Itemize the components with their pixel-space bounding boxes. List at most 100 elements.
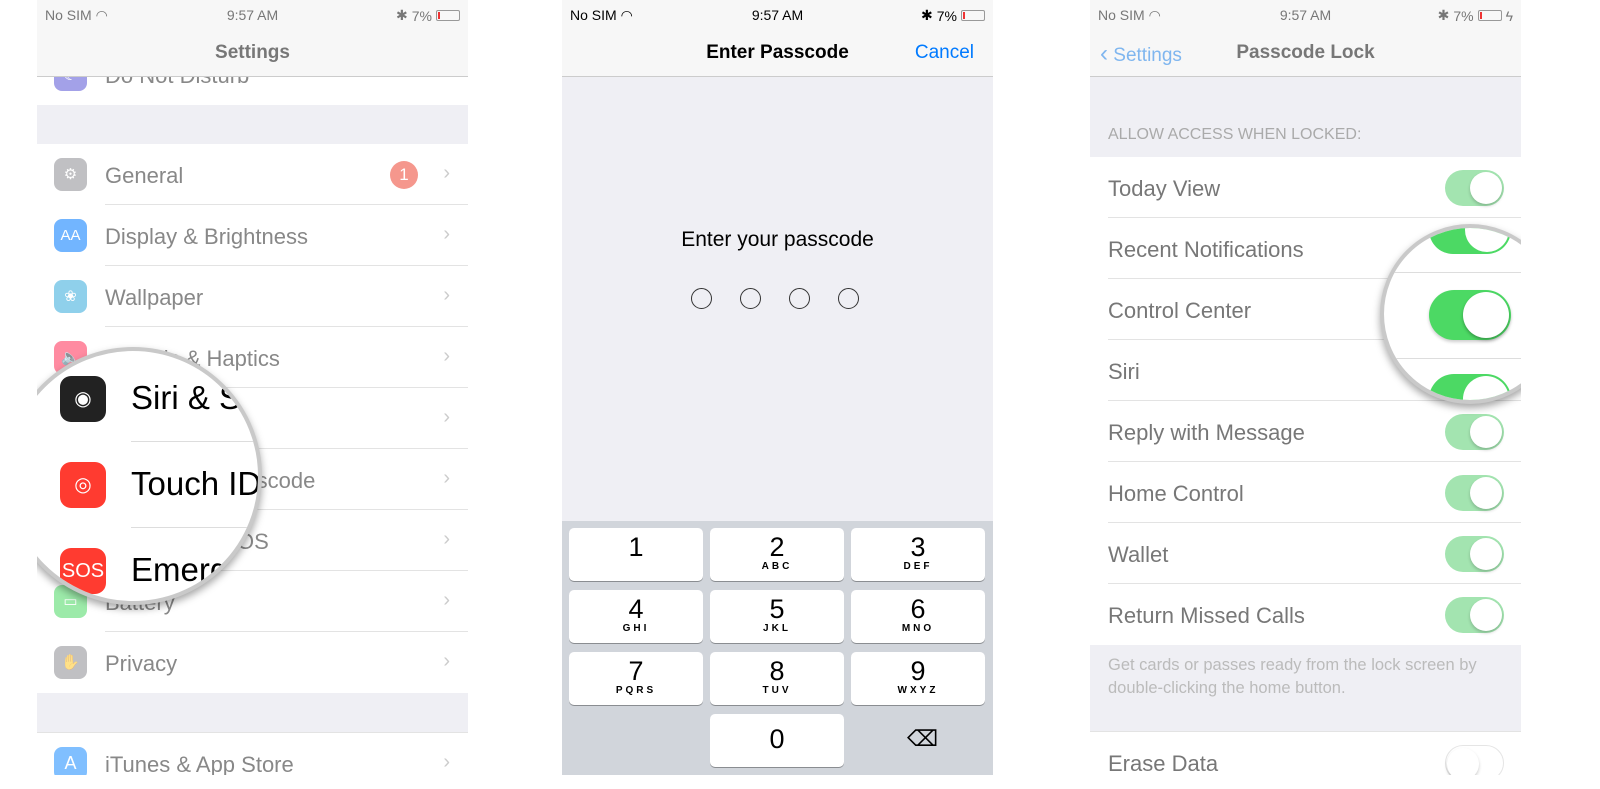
wallet-toggle[interactable]	[1445, 536, 1504, 572]
lock-item-wallet: Wallet	[1090, 523, 1521, 584]
item-label: Wallpaper	[105, 285, 204, 310]
item-label: Wallet	[1108, 542, 1169, 567]
key-digit: 8	[769, 656, 785, 686]
magnified-item-label: Siri & Search	[131, 379, 260, 416]
delete-key[interactable]: ⌫	[907, 726, 938, 752]
battery-icon	[1477, 10, 1502, 21]
settings-screen: ☾ Do Not Disturb No SIM ◠ 9:57 AM ✱7% Se…	[37, 0, 468, 775]
key-letters: WXYZ	[897, 685, 939, 696]
status-bar: No SIM ◠ 9:57 AM ✱ 7%	[562, 0, 993, 30]
passcode-prompt: Enter your passcode	[681, 228, 874, 251]
passcode-lock-screen: No SIM ◠ 9:57 AM ✱ 7% ϟ ‹ Settings Passcod…	[1090, 0, 1521, 775]
settings-item-general[interactable]: ⚙ General 1 ›	[37, 144, 468, 205]
nav-bar: Enter Passcode Cancel	[562, 30, 993, 77]
siri-toggle-magnified[interactable]	[1429, 374, 1511, 400]
section-header: ALLOW ACCESS WHEN LOCKED:	[1108, 126, 1362, 143]
key-8[interactable]: 8 TUV	[710, 652, 844, 705]
key-7[interactable]: 7 PQRS	[569, 652, 703, 705]
chevron-right-icon: ›	[443, 467, 450, 489]
key-9[interactable]: 9 WXYZ	[851, 652, 985, 705]
bluetooth-icon: ✱	[396, 7, 408, 23]
lock-item-home-control: Home Control	[1090, 462, 1521, 523]
item-label: Today View	[1108, 176, 1221, 201]
charging-icon: ϟ	[1505, 7, 1513, 24]
settings-item-wallpaper[interactable]: ❀ Wallpaper ›	[37, 266, 468, 327]
battery-icon	[436, 10, 460, 21]
backspace-icon: ⌫	[907, 726, 939, 751]
return-missed-calls-toggle[interactable]	[1445, 597, 1504, 633]
chevron-right-icon: ›	[443, 284, 450, 306]
key-digit: 9	[910, 656, 926, 686]
lock-item-reply-with-message: Reply with Message	[1090, 401, 1521, 462]
recent-notifications-toggle-magnified[interactable]	[1429, 228, 1511, 254]
key-3[interactable]: 3 DEF	[851, 528, 985, 581]
home-control-toggle[interactable]	[1445, 475, 1504, 511]
chevron-right-icon: ›	[443, 751, 450, 773]
control-center-toggle-magnified[interactable]	[1429, 290, 1511, 340]
chevron-right-icon: ›	[443, 162, 450, 184]
magnifier: ◉ Siri & Search ◎ Touch ID & Passcode SOS Eme…	[37, 347, 262, 605]
key-letters: MNO	[901, 623, 935, 634]
display-icon: AA	[54, 219, 87, 252]
key-letters: PQRS	[615, 685, 657, 696]
gear-icon: ⚙	[54, 158, 87, 191]
key-0[interactable]: 0	[710, 714, 844, 767]
chevron-right-icon: ›	[443, 406, 450, 428]
battery-percent: 7%	[411, 7, 432, 24]
item-label: iTunes & App Store	[105, 752, 294, 775]
item-label: Reply with Message	[1108, 420, 1305, 445]
key-letters: ABC	[761, 561, 793, 572]
settings-item-privacy[interactable]: ✋ Privacy ›	[37, 632, 468, 693]
reply-with-message-toggle[interactable]	[1445, 414, 1504, 450]
chevron-right-icon: ›	[443, 650, 450, 672]
status-bar: No SIM ◠ 9:57 AM ✱ 7% ϟ	[1090, 0, 1521, 30]
nav-bar: ‹ Settings Passcode Lock	[1090, 30, 1521, 77]
erase-data-toggle[interactable]	[1445, 745, 1504, 775]
item-label: Home Control	[1108, 481, 1244, 506]
erase-data-row: Erase Data	[1090, 731, 1521, 775]
passcode-dot	[838, 288, 859, 309]
settings-item-itunes-app-store[interactable]: AiTunes & App Store ›	[37, 732, 468, 775]
item-label: Recent Notifications	[1108, 237, 1304, 262]
key-digit: 6	[910, 594, 926, 624]
key-4[interactable]: 4 GHI	[569, 590, 703, 643]
page-title: Passcode Lock	[1236, 42, 1375, 63]
passcode-dot	[691, 288, 712, 309]
notification-badge: 1	[390, 161, 418, 189]
key-2[interactable]: 2 ABC	[710, 528, 844, 581]
settings-item-display-brightness[interactable]: AA Display & Brightness ›	[37, 205, 468, 266]
item-label: Erase Data	[1108, 751, 1219, 775]
chevron-right-icon: ›	[443, 528, 450, 550]
key-6[interactable]: 6 MNO	[851, 590, 985, 643]
key-letters: TUV	[762, 685, 792, 696]
passcode-dot	[740, 288, 761, 309]
key-digit: 1	[628, 532, 644, 562]
passcode-dot	[789, 288, 810, 309]
item-label: Privacy	[105, 651, 178, 676]
battery-percent: 7%	[1453, 7, 1474, 24]
key-letters: JKL	[763, 623, 791, 634]
bluetooth-icon: ✱	[1437, 7, 1450, 23]
fingerprint-icon: ◎	[60, 462, 106, 508]
app-store-icon: A	[54, 747, 87, 775]
key-5[interactable]: 5 JKL	[710, 590, 844, 643]
separator	[131, 527, 258, 528]
siri-icon: ◉	[60, 376, 106, 422]
cancel-button[interactable]: Cancel	[915, 42, 974, 64]
key-digit: 0	[769, 724, 785, 754]
separator	[131, 441, 258, 442]
magnified-item-label: Touch ID & Passcode	[131, 465, 262, 502]
key-digit: 5	[769, 594, 785, 624]
chevron-right-icon: ›	[443, 345, 450, 367]
key-1[interactable]: 1	[569, 528, 703, 581]
page-title: Settings	[215, 42, 290, 63]
key-digit: 3	[910, 532, 926, 562]
wallpaper-icon: ❀	[54, 280, 87, 313]
today-view-toggle[interactable]	[1445, 170, 1504, 206]
battery-icon	[961, 10, 985, 21]
key-letters: GHI	[622, 623, 650, 634]
footer-note: Get cards or passes ready from the lock …	[1108, 656, 1477, 697]
nav-bar: Settings	[37, 30, 468, 77]
key-digit: 2	[769, 532, 785, 562]
hand-icon: ✋	[54, 646, 87, 679]
